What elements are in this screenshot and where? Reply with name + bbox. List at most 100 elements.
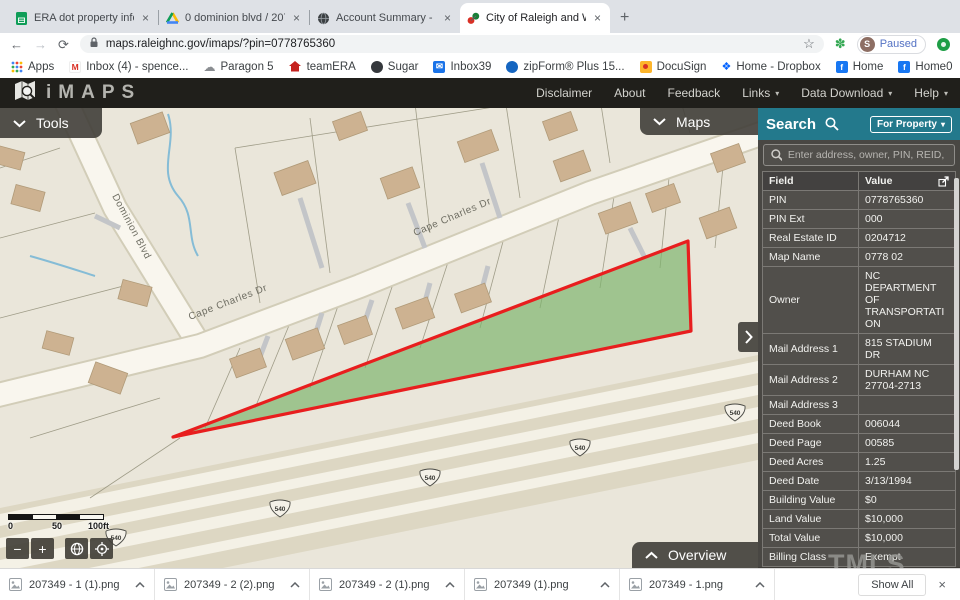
reload-button[interactable]: ⟳ (58, 38, 69, 51)
menu-feedback[interactable]: Feedback (667, 86, 720, 100)
download-item[interactable]: 207349 - 2 (1).png (310, 569, 465, 600)
chevron-up-icon[interactable] (600, 582, 610, 588)
bookmark-teamera[interactable]: teamERA (289, 60, 356, 73)
bookmark-label: teamERA (307, 61, 356, 73)
table-row: Deed Book006044 (763, 415, 956, 434)
bookmark-label: Apps (28, 61, 54, 73)
sync-status: Paused (880, 38, 917, 50)
zoom-in-button[interactable]: + (31, 538, 54, 559)
bookmark-zipform[interactable]: zipForm® Plus 15... (506, 61, 624, 73)
maps-label: Maps (676, 114, 710, 130)
dropbox-icon: ❖ (721, 60, 731, 73)
menu-about[interactable]: About (614, 86, 645, 100)
search-header: Search For Property ▾ (758, 108, 960, 140)
close-icon[interactable]: × (442, 11, 453, 25)
forward-button[interactable]: → (34, 38, 47, 51)
bookmark-docusign[interactable]: DocuSign (640, 61, 707, 73)
tab-era-property[interactable]: ERA dot property info - Google × (8, 3, 158, 33)
browser-window: ERA dot property info - Google × 0 domin… (0, 0, 960, 600)
close-icon[interactable]: × (291, 11, 302, 25)
chevron-down-icon (13, 119, 26, 128)
map-canvas[interactable]: 540 540 540 540 540 Dominion Blvd Cape C… (0, 108, 758, 568)
new-tab-button[interactable]: + (620, 9, 629, 27)
menu-links[interactable]: Links▾ (742, 86, 779, 100)
menu-data-download[interactable]: Data Download▾ (801, 86, 892, 100)
tab-title: ERA dot property info - Google (34, 12, 134, 24)
panel-collapse-button[interactable] (738, 322, 758, 352)
download-item[interactable]: 207349 (1).png (465, 569, 620, 600)
menu-disclaimer[interactable]: Disclaimer (536, 86, 592, 100)
bookmark-gmail-inbox[interactable]: M Inbox (4) - spence... (69, 61, 188, 73)
locate-button[interactable] (90, 538, 113, 559)
chevron-up-icon[interactable] (755, 582, 765, 588)
bookmark-dropbox[interactable]: ❖ Home - Dropbox (721, 60, 820, 73)
search-icon (825, 117, 839, 131)
close-icon[interactable]: × (592, 11, 603, 25)
bookmark-sugar[interactable]: Sugar (371, 61, 419, 73)
chevron-right-icon (744, 330, 753, 344)
attribute-table: Field Value PIN0778765360 PIN Ext000 Rea… (762, 171, 956, 567)
sugar-icon (371, 61, 383, 73)
download-filename: 207349 - 2 (2).png (184, 579, 283, 591)
bookmarks-bar: Apps M Inbox (4) - spence... ☁ Paragon 5… (0, 55, 960, 78)
download-item[interactable]: 207349 - 1.png (620, 569, 775, 600)
tab-account-summary[interactable]: Account Summary - 0204712 × (310, 3, 460, 33)
app-header: iMAPS Disclaimer About Feedback Links▾ D… (0, 78, 960, 108)
bookmark-paragon[interactable]: ☁ Paragon 5 (204, 60, 274, 74)
chevron-up-icon[interactable] (445, 582, 455, 588)
search-title: Search (766, 116, 816, 133)
bookmark-facebook-home[interactable]: f Home (836, 61, 884, 73)
bookmark-inbox39[interactable]: ✉ Inbox39 (433, 61, 491, 73)
overview-label: Overview (668, 547, 726, 563)
tab-title: Account Summary - 0204712 (336, 12, 436, 24)
extension-green-icon[interactable] (937, 38, 950, 51)
tools-button[interactable]: Tools (0, 108, 102, 138)
image-file-icon (164, 578, 177, 591)
bookmark-star-icon[interactable]: ☆ (803, 36, 815, 52)
export-icon[interactable] (938, 176, 949, 187)
search-icon (771, 149, 782, 161)
crosshair-icon (95, 542, 109, 556)
menu-help[interactable]: Help▾ (914, 86, 948, 100)
chevron-down-icon: ▾ (944, 89, 948, 98)
tab-dominion-blvd[interactable]: 0 dominion blvd / 207349 - Goo × (159, 3, 309, 33)
svg-text:540: 540 (730, 410, 741, 417)
show-all-downloads-button[interactable]: Show All (858, 574, 926, 596)
column-value: Value (865, 175, 892, 187)
download-item[interactable]: 207349 - 1 (1).png (0, 569, 155, 600)
bookmark-label: Sugar (388, 61, 419, 73)
chevron-up-icon[interactable] (135, 582, 145, 588)
chevron-up-icon[interactable] (290, 582, 300, 588)
close-icon[interactable]: × (140, 11, 151, 25)
table-row: Total Value$10,000 (763, 529, 956, 548)
inbox-icon: ✉ (433, 61, 445, 73)
search-input[interactable] (788, 149, 947, 161)
search-scope-dropdown[interactable]: For Property ▾ (870, 116, 952, 133)
back-button[interactable]: ← (10, 38, 23, 51)
tab-imaps-active[interactable]: City of Raleigh and Wake Coun × (460, 3, 610, 33)
svg-text:540: 540 (425, 475, 436, 482)
extension-icon[interactable]: ✽ (835, 36, 846, 52)
zoom-out-button[interactable]: − (6, 538, 29, 559)
bookmark-facebook-home0[interactable]: f Home0 (898, 61, 952, 73)
overview-button[interactable]: Overview (632, 542, 758, 568)
tools-label: Tools (36, 115, 69, 131)
maps-button[interactable]: Maps (640, 108, 758, 135)
image-file-icon (629, 578, 642, 591)
download-filename: 207349 - 2 (1).png (339, 579, 438, 591)
bookmark-apps[interactable]: Apps (10, 60, 54, 73)
content-area: 540 540 540 540 540 Dominion Blvd Cape C… (0, 108, 960, 568)
scale-bar: 0 50 100ft (8, 514, 118, 531)
facebook-icon: f (898, 61, 910, 73)
chevron-down-icon (653, 117, 666, 126)
sheets-icon (15, 12, 28, 25)
bookmark-label: DocuSign (657, 61, 707, 73)
globe-extent-button[interactable] (65, 538, 88, 559)
download-item[interactable]: 207349 - 2 (2).png (155, 569, 310, 600)
bookmark-label: Home0 (915, 61, 952, 73)
bookmark-label: Home (853, 61, 884, 73)
close-icon[interactable]: × (938, 577, 946, 592)
profile-paused-button[interactable]: S Paused (857, 35, 926, 54)
panel-scrollbar[interactable] (954, 178, 959, 470)
address-bar[interactable]: maps.raleighnc.gov/imaps/?pin=0778765360… (80, 35, 824, 53)
